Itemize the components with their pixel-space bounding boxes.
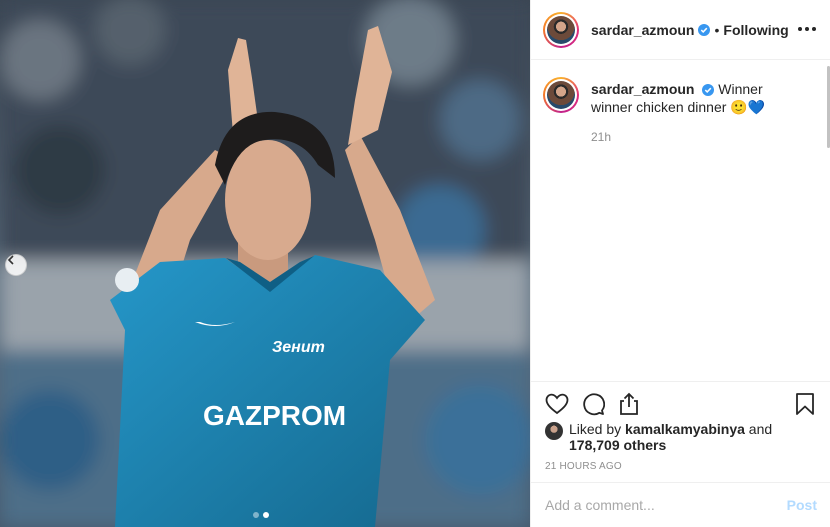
jersey	[110, 255, 425, 527]
caption-body: sardar_azmoun Winner winner chicken dinn…	[591, 77, 801, 146]
following-button[interactable]: Following	[723, 22, 788, 38]
bookmark-icon	[796, 393, 814, 415]
like-button[interactable]	[543, 390, 571, 418]
comment-form: Post	[531, 482, 830, 527]
jersey-sponsor-text: GAZPROM	[203, 400, 346, 431]
verified-icon	[698, 23, 711, 36]
liker-avatar[interactable]	[545, 422, 563, 440]
share-icon	[620, 392, 638, 415]
likes-summary: Liked by kamalkamyabinya and 178,709 oth…	[545, 421, 819, 453]
caption-username[interactable]: sardar_azmoun	[591, 81, 694, 97]
comment-input[interactable]	[545, 497, 787, 513]
caption-time[interactable]: 21h	[591, 128, 801, 146]
carousel-dot	[253, 512, 259, 518]
comment-button[interactable]	[579, 390, 607, 418]
liked-by-and: and	[748, 421, 773, 437]
jersey-club-text: Зенит	[272, 339, 325, 356]
header-username[interactable]: sardar_azmoun	[591, 22, 694, 38]
verified-icon	[702, 84, 715, 97]
caption-avatar[interactable]	[543, 77, 579, 113]
photo-illustration: Зенит GAZPROM	[0, 0, 530, 527]
save-button[interactable]	[791, 390, 819, 418]
liked-by-prefix: Liked by	[569, 421, 622, 437]
comment-icon	[583, 393, 605, 416]
carousel-prev-button[interactable]	[5, 254, 27, 276]
liked-by-user[interactable]: kamalkamyabinya	[625, 421, 745, 437]
share-button[interactable]	[615, 390, 643, 418]
post-photo[interactable]: Зенит GAZPROM	[0, 0, 530, 527]
header-separator: •	[714, 21, 720, 38]
post-timestamp[interactable]: 21 HOURS AGO	[545, 461, 622, 472]
chevron-left-icon	[7, 255, 14, 265]
post-header: sardar_azmoun • Following	[531, 0, 830, 60]
heart-icon	[545, 393, 569, 415]
caption: sardar_azmoun Winner winner chicken dinn…	[543, 77, 819, 146]
face	[225, 140, 311, 260]
avatar[interactable]	[543, 11, 579, 48]
post-comment-button[interactable]: Post	[787, 497, 817, 513]
action-bar	[531, 381, 830, 421]
badge	[115, 268, 139, 292]
carousel-dot-active	[263, 512, 269, 518]
post-sidebar: sardar_azmoun • Following sardar_azmoun …	[530, 0, 830, 527]
likes-count[interactable]: 178,709 others	[569, 437, 666, 453]
comments-section: sardar_azmoun Winner winner chicken dinn…	[531, 61, 830, 381]
carousel-dots	[253, 512, 269, 518]
more-options-icon[interactable]	[795, 19, 819, 39]
